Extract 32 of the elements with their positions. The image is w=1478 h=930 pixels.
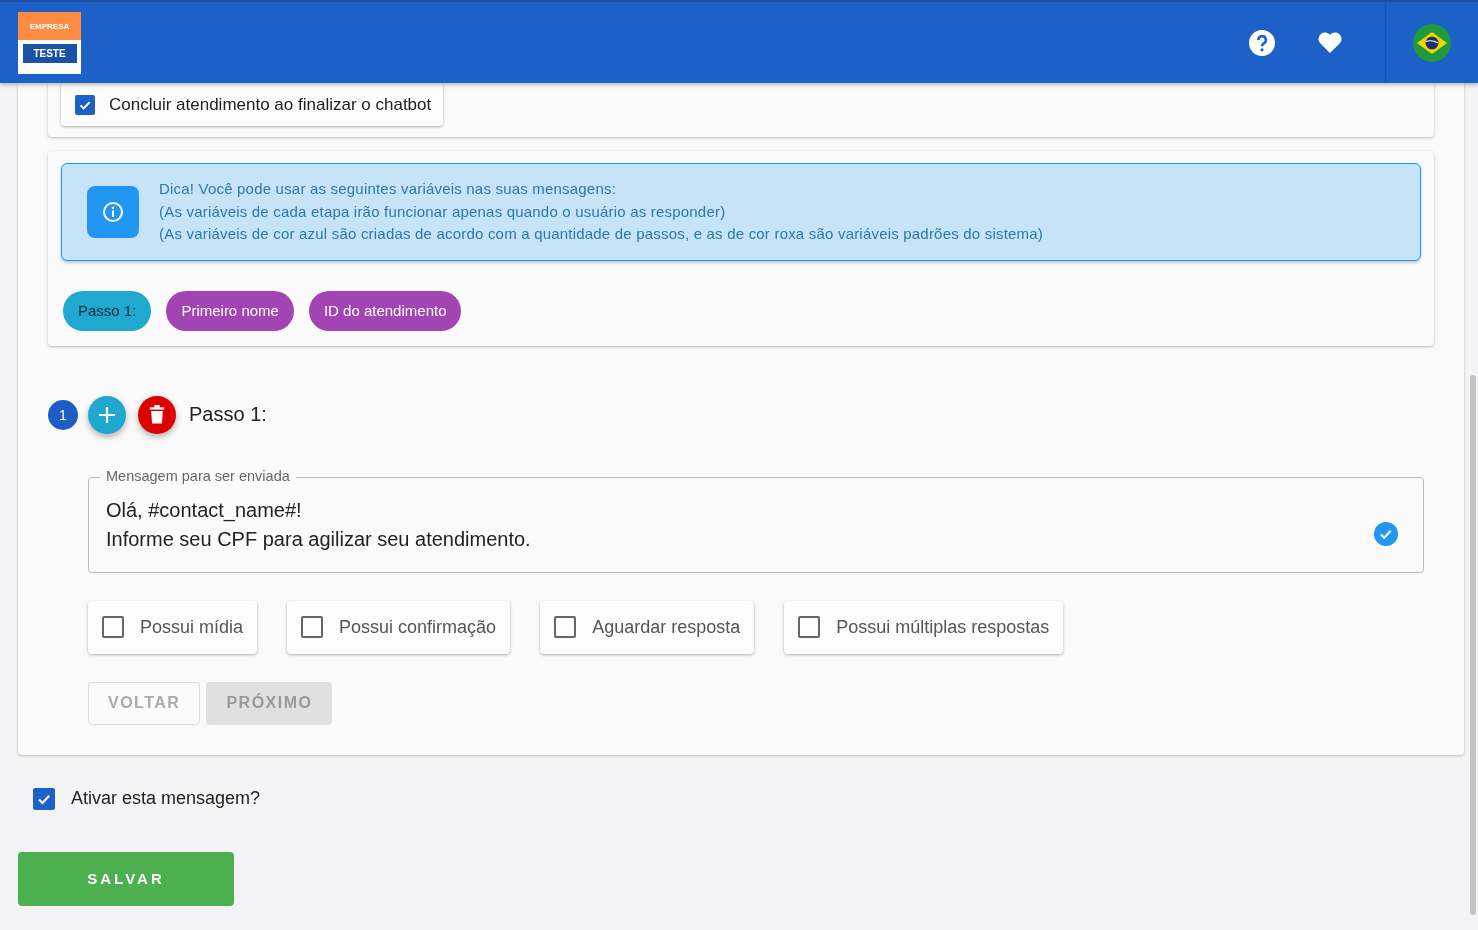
step-number: 1 <box>48 399 78 430</box>
checkbox-option[interactable]: Ativar esta mensagem? <box>33 787 1464 810</box>
help-icon[interactable] <box>1249 29 1275 56</box>
delete-icon[interactable] <box>138 395 176 434</box>
step-title: Passo 1: <box>189 403 267 426</box>
tip-text: (As variáveis de cor azul são criadas de acordo com a quantidade de passos, e as de cor roxa são variáveis padrões do sistema) <box>159 224 1043 244</box>
variable-chip[interactable]: Primeiro nome <box>166 290 294 331</box>
variable-chip[interactable]: ID do atendimento <box>308 290 462 331</box>
checkbox-option[interactable]: Concluir atendimento ao finalizar o chatbot <box>61 83 444 126</box>
tip-text: Dica! Você pode usar as seguintes variáveis nas suas mensagens: <box>159 179 618 199</box>
checkbox-option[interactable]: Possui múltiplas respostas <box>784 600 1064 654</box>
variable-chip[interactable]: Passo 1: <box>63 290 152 331</box>
add-icon[interactable] <box>88 395 126 434</box>
checkbox[interactable] <box>798 616 821 638</box>
checkbox-option[interactable]: Aguardar resposta <box>540 600 755 654</box>
checkbox[interactable] <box>75 94 95 115</box>
checkbox[interactable] <box>301 616 324 638</box>
checkbox[interactable] <box>102 616 124 638</box>
checkbox[interactable] <box>33 787 55 810</box>
logo-text: TESTE <box>22 43 77 63</box>
flag-icon[interactable] <box>1413 23 1451 62</box>
heart-icon[interactable] <box>1317 31 1343 54</box>
scrollbar[interactable] <box>1470 375 1476 915</box>
message-text: Informe seu CPF para agilizar seu atendimento. <box>106 526 532 552</box>
logo-text: EMPRESA <box>18 11 81 40</box>
field-label: Mensagem para ser enviada <box>100 467 296 484</box>
checkbox[interactable] <box>554 616 577 638</box>
checkbox-option[interactable]: Possui confirmação <box>287 600 511 654</box>
message-text: Olá, #contact_name#! <box>106 497 303 524</box>
tip-text: (As variáveis de cada etapa irão funcionar apenas quando o usuário as responder) <box>159 201 727 222</box>
info-icon <box>87 185 139 238</box>
checkbox-option[interactable]: Possui mídia <box>88 600 258 654</box>
